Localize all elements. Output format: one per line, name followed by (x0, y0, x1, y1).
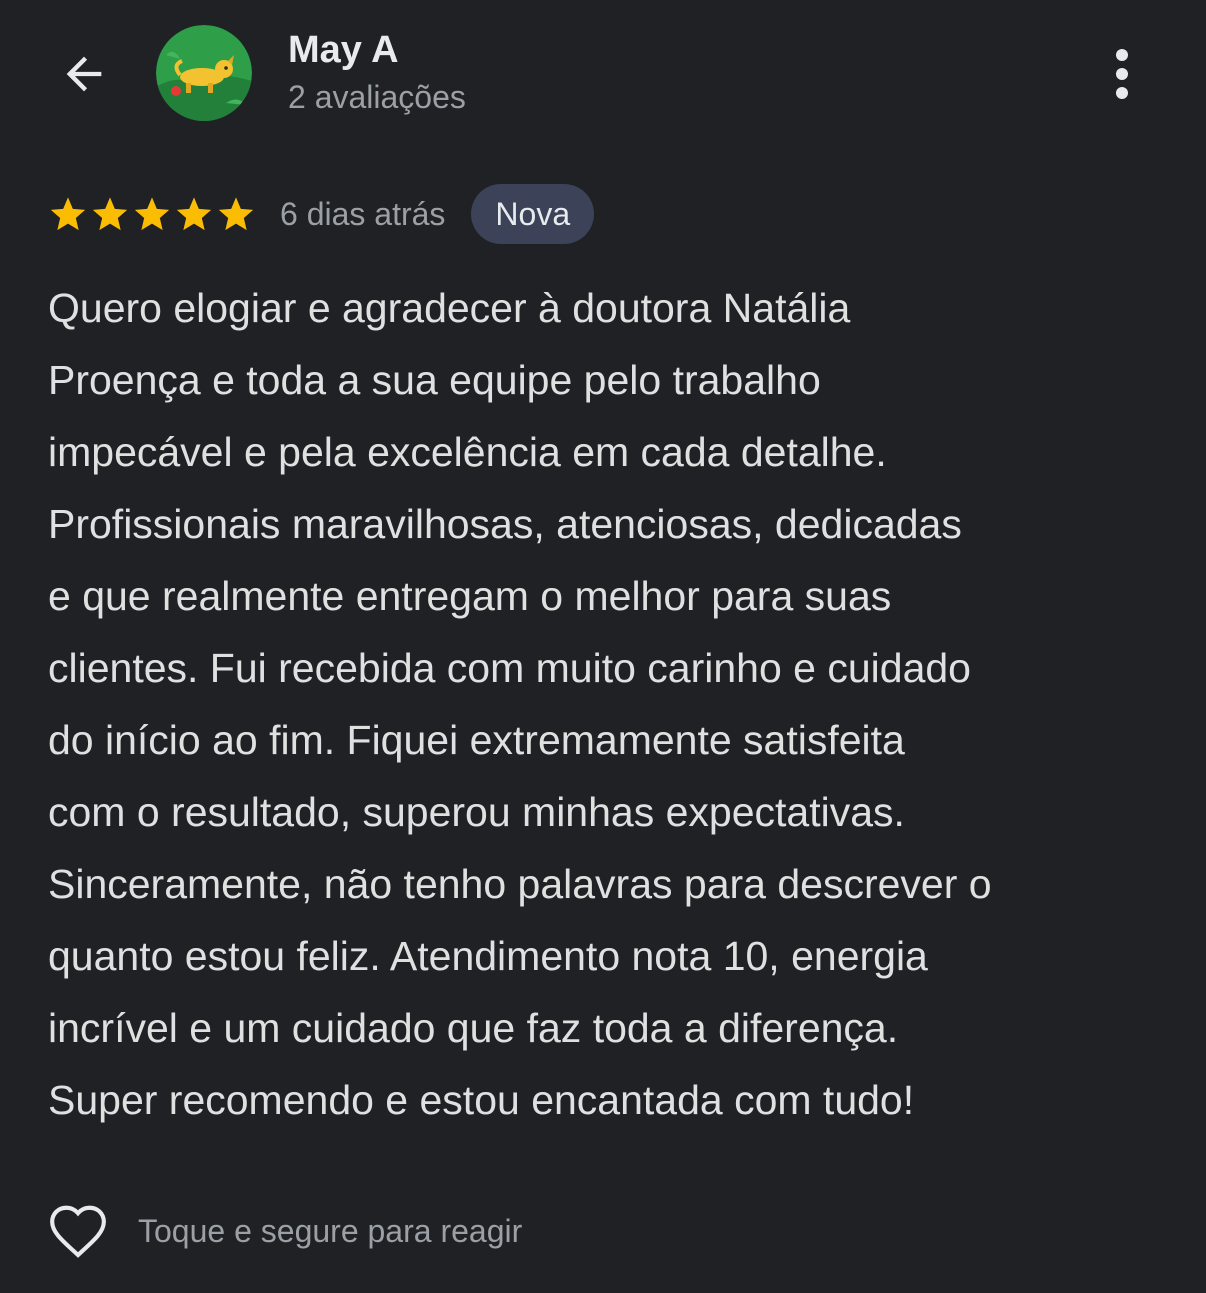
star-icon (134, 197, 170, 231)
review-detail-screen: May A 2 avaliações 6 dias atrás Nova Que… (0, 0, 1206, 1293)
reaction-row[interactable]: Toque e segure para reagir (46, 1198, 522, 1264)
review-text-line: Sinceramente, não tenho palavras para de… (48, 861, 992, 907)
review-text-line: impecável e pela excelência em cada deta… (48, 429, 887, 475)
review-time: 6 dias atrás (280, 195, 446, 232)
avatar-image (156, 25, 252, 121)
review-text-line: clientes. Fui recebida com muito carinho… (48, 645, 971, 691)
star-icon (50, 197, 86, 231)
review-text-line: Quero elogiar e agradecer à doutora Natá… (48, 285, 851, 331)
arrow-left-icon (66, 56, 102, 92)
review-meta: 6 dias atrás Nova (48, 184, 595, 244)
review-text: Quero elogiar e agradecer à doutora Natá… (48, 272, 1168, 1136)
heart-outline-icon (50, 1205, 106, 1258)
new-badge: Nova (471, 184, 595, 244)
user-name[interactable]: May A (288, 26, 399, 74)
star-icon (92, 197, 128, 231)
review-text-line: incrível e um cuidado que faz toda a dif… (48, 1005, 899, 1051)
react-hint: Toque e segure para reagir (138, 1212, 523, 1249)
more-vert-icon (1116, 49, 1128, 99)
back-button[interactable] (52, 42, 116, 106)
review-text-line: Profissionais maravilhosas, atenciosas, … (48, 501, 962, 547)
review-text-line: Proença e toda a sua equipe pelo trabalh… (48, 357, 821, 403)
review-text-line: e que realmente entregam o melhor para s… (48, 573, 892, 619)
review-text-line: Super recomendo e estou encantada com tu… (48, 1077, 915, 1123)
react-button[interactable] (46, 1198, 110, 1264)
user-review-count: 2 avaliações (288, 79, 466, 115)
review-text-line: quanto estou feliz. Atendimento nota 10,… (48, 933, 928, 979)
star-rating (48, 194, 256, 234)
avatar[interactable] (156, 25, 252, 121)
review-text-line: com o resultado, superou minhas expectat… (48, 789, 905, 835)
star-icon (176, 197, 212, 231)
star-icon (218, 197, 254, 231)
review-text-line: do início ao fim. Fiquei extremamente sa… (48, 717, 905, 763)
more-options-button[interactable] (1100, 44, 1144, 104)
